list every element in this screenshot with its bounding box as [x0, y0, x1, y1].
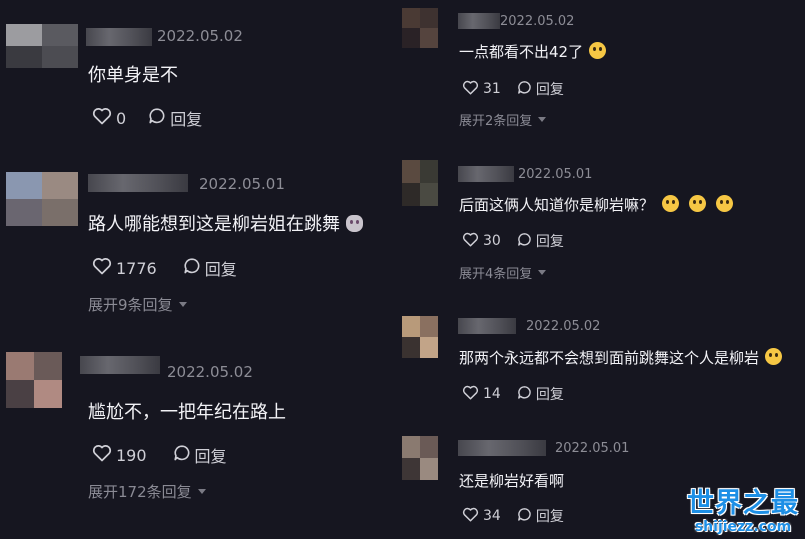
left-comment-column: 2022.05.02 你单身是不 0 回复 2022.05.01 路人哪能想到这…: [0, 0, 400, 539]
username-blurred[interactable]: [88, 174, 188, 192]
reply-label: 回复: [535, 82, 564, 98]
comment-date: 2022.05.01: [199, 175, 285, 193]
comment-date: 2022.05.02: [157, 27, 243, 45]
site-watermark-logo: 世界之最 shijiezz.com: [687, 488, 799, 536]
username-blurred[interactable]: [86, 28, 152, 46]
comment-text: 你单身是不: [88, 65, 178, 86]
reply-button[interactable]: 回复: [517, 79, 564, 99]
comment-date: 2022.05.02: [167, 363, 253, 381]
watermark-title: 世界之最: [687, 488, 799, 519]
like-count: 0: [116, 108, 127, 128]
reply-label: 回复: [194, 447, 227, 466]
heart-icon[interactable]: [462, 507, 479, 526]
comment-text-content: 后面这俩人知道你是柳岩嘛？: [459, 196, 655, 214]
comment-bubble-icon: [148, 107, 166, 129]
reply-button[interactable]: 回复: [173, 443, 227, 467]
cat-face-icon: [346, 215, 363, 232]
comment-date: 2022.05.02: [500, 14, 575, 29]
expand-replies-link[interactable]: 展开4条回复: [459, 263, 547, 282]
comment-text: 还是柳岩好看啊: [459, 472, 565, 490]
avatar[interactable]: [6, 172, 78, 226]
like-count: 30: [483, 233, 501, 249]
comment-date: 2022.05.01: [555, 441, 630, 456]
comment-text-content: 那两个永远都不会想到面前跳舞这个人是柳岩: [459, 349, 760, 367]
comment-actions: 1776 回复: [92, 256, 237, 280]
username-blurred[interactable]: [458, 318, 516, 334]
comment-date: 2022.05.02: [526, 319, 601, 334]
heart-icon[interactable]: [462, 232, 479, 251]
reply-label: 回复: [535, 234, 564, 250]
comment-text: 一点都看不出42了: [459, 41, 607, 62]
avatar[interactable]: [6, 352, 62, 408]
avatar[interactable]: [402, 160, 438, 206]
expand-replies-link[interactable]: 展开2条回复: [459, 110, 547, 129]
comment-text-content: 路人哪能想到这是柳岩姐在跳舞: [88, 214, 340, 235]
comment-bubble-icon: [173, 444, 191, 466]
heart-icon[interactable]: [462, 385, 479, 404]
comment-actions: 31 回复: [462, 79, 564, 99]
like-count: 1776: [116, 258, 157, 278]
expand-replies-link[interactable]: 展开172条回复: [88, 481, 206, 502]
chevron-down-icon: [178, 302, 187, 307]
comment-bubble-icon: [517, 507, 532, 526]
comment-bubble-icon: [517, 385, 532, 404]
comment-actions: 190 回复: [92, 443, 227, 467]
comment-text: 路人哪能想到这是柳岩姐在跳舞: [88, 210, 363, 236]
reply-label: 回复: [204, 260, 237, 279]
reply-button[interactable]: 回复: [517, 506, 564, 526]
comment-text-content: 一点都看不出42了: [459, 43, 584, 61]
avatar[interactable]: [402, 8, 438, 48]
heart-icon[interactable]: [92, 444, 112, 466]
comment-actions: 14 回复: [462, 384, 564, 404]
comment-text: 尴尬不，一把年纪在路上: [88, 402, 286, 423]
comment-bubble-icon: [183, 257, 201, 279]
laughing-emoji-icon: [589, 42, 607, 59]
chevron-down-icon: [197, 489, 206, 494]
reply-label: 回复: [535, 387, 564, 403]
username-blurred[interactable]: [458, 13, 500, 29]
pleading-emoji-icon: [689, 195, 707, 212]
comment-bubble-icon: [517, 232, 532, 251]
comment-date: 2022.05.01: [518, 167, 593, 182]
thinking-emoji-icon: [765, 348, 783, 365]
comment-text: 后面这俩人知道你是柳岩嘛？: [459, 194, 734, 215]
reply-label: 回复: [170, 110, 203, 129]
like-count: 31: [483, 81, 501, 97]
comment-actions: 30 回复: [462, 231, 564, 251]
username-blurred[interactable]: [458, 440, 546, 456]
comment-actions: 34 回复: [462, 506, 564, 526]
expand-replies-label: 展开172条回复: [88, 483, 192, 501]
avatar[interactable]: [6, 24, 78, 68]
comment-bubble-icon: [517, 80, 532, 99]
reply-button[interactable]: 回复: [183, 256, 237, 280]
expand-replies-label: 展开2条回复: [459, 114, 533, 129]
chevron-down-icon: [538, 117, 547, 122]
avatar[interactable]: [402, 316, 438, 358]
like-count: 14: [483, 386, 501, 402]
avatar[interactable]: [402, 436, 438, 480]
expand-replies-label: 展开9条回复: [88, 296, 173, 314]
comment-text: 那两个永远都不会想到面前跳舞这个人是柳岩: [459, 347, 783, 368]
comment-actions: 0 回复: [92, 106, 202, 130]
pleading-emoji-icon: [662, 195, 680, 212]
reply-label: 回复: [535, 509, 564, 525]
right-comment-column: 2022.05.02 一点都看不出42了 31 回复 展开2条回复 2022.0…: [400, 0, 805, 539]
watermark-url: shijiezz.com: [694, 519, 792, 535]
chevron-down-icon: [538, 270, 547, 275]
reply-button[interactable]: 回复: [517, 384, 564, 404]
reply-button[interactable]: 回复: [148, 106, 202, 130]
like-count: 34: [483, 508, 501, 524]
pleading-emoji-icon: [716, 195, 734, 212]
heart-icon[interactable]: [92, 107, 112, 129]
expand-replies-link[interactable]: 展开9条回复: [88, 294, 187, 315]
heart-icon[interactable]: [92, 257, 112, 279]
like-count: 190: [116, 445, 147, 465]
reply-button[interactable]: 回复: [517, 231, 564, 251]
expand-replies-label: 展开4条回复: [459, 267, 533, 282]
heart-icon[interactable]: [462, 80, 479, 99]
username-blurred[interactable]: [80, 356, 160, 374]
username-blurred[interactable]: [458, 166, 514, 182]
